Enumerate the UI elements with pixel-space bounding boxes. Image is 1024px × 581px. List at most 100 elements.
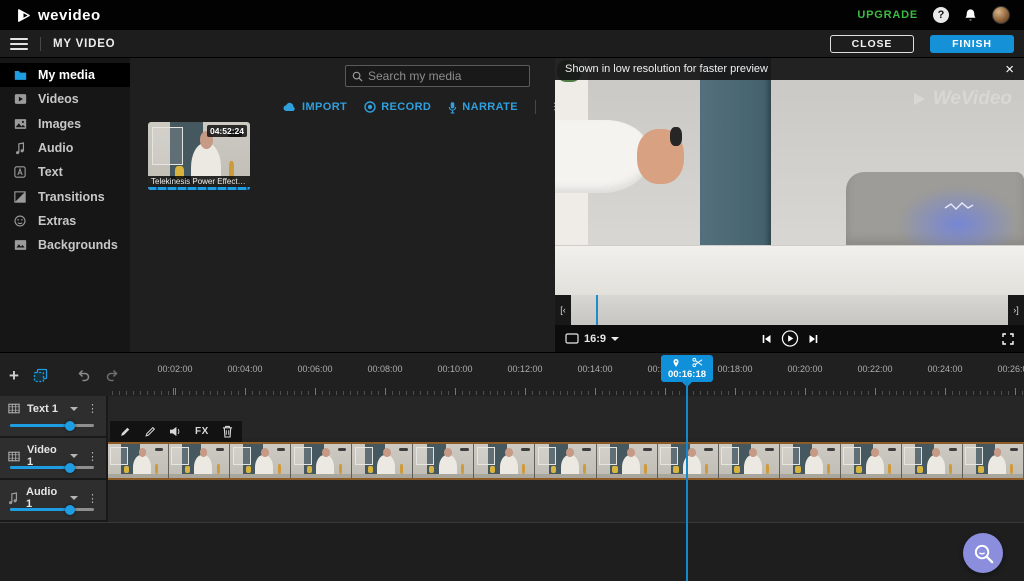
clip-toolbar: FX: [110, 421, 242, 442]
text-icon: [13, 166, 27, 178]
filmstrip-frame: [352, 444, 413, 478]
low-res-banner: Shown in low resolution for faster previ…: [555, 58, 1024, 80]
sidebar-item-label: Videos: [38, 92, 79, 106]
previous-frame-button[interactable]: [761, 334, 771, 344]
fullscreen-icon[interactable]: [1002, 333, 1014, 345]
ruler-label: 00:22:00: [857, 364, 892, 374]
scrub-playhead[interactable]: [596, 295, 598, 325]
clip-volume-icon[interactable]: [169, 426, 182, 437]
import-label: IMPORT: [302, 101, 347, 113]
playhead-line[interactable]: [686, 381, 688, 581]
chevron-down-icon[interactable]: [70, 454, 78, 462]
sidebar-item-text[interactable]: Text: [0, 160, 130, 184]
filmstrip-frame: [535, 444, 596, 478]
timeline-zoom-button[interactable]: [963, 533, 1003, 573]
ruler-label: 00:26:00: [997, 364, 1024, 374]
filmstrip-frame: [230, 444, 291, 478]
note-icon: [8, 492, 19, 505]
filmstrip-frame: [291, 444, 352, 478]
mic-icon: [448, 101, 457, 114]
play-logo-icon: [16, 8, 31, 23]
chevron-down-icon[interactable]: [70, 496, 78, 504]
volume-thumb[interactable]: [65, 463, 75, 473]
next-frame-button[interactable]: [808, 334, 818, 344]
hamburger-menu-icon[interactable]: [10, 35, 28, 53]
narrate-label: NARRATE: [462, 101, 518, 113]
filmstrip-frame: [780, 444, 841, 478]
notifications-bell-icon[interactable]: [964, 8, 977, 22]
edit-pencil-icon[interactable]: [119, 426, 131, 438]
upgrade-link[interactable]: UPGRADE: [857, 9, 918, 21]
trim-end-handle[interactable]: ›]: [1008, 295, 1024, 325]
filmstrip-frame: [902, 444, 963, 478]
record-button[interactable]: RECORD: [364, 101, 431, 113]
filmstrip-frame: [841, 444, 902, 478]
track-menu-icon[interactable]: ⋮: [85, 492, 100, 505]
finish-button[interactable]: FINISH: [930, 35, 1014, 53]
banner-close-icon[interactable]: ×: [1005, 62, 1014, 77]
track-header-audio-1: Audio 1⋮: [0, 480, 108, 522]
sidebar-item-my-media[interactable]: My media: [0, 63, 130, 87]
track-volume-slider[interactable]: [10, 424, 94, 427]
track-menu-icon[interactable]: ⋮: [85, 402, 100, 415]
user-avatar[interactable]: [992, 6, 1010, 24]
cloud-icon: [283, 102, 297, 112]
sidebar-item-label: Backgrounds: [38, 238, 118, 252]
aspect-ratio-selector[interactable]: 16:9: [565, 333, 619, 345]
video-icon: [13, 93, 27, 105]
playhead-time: 00:16:18: [668, 369, 706, 380]
sidebar-item-label: Extras: [38, 214, 76, 228]
track-volume-slider[interactable]: [10, 508, 94, 511]
ruler-label: 00:24:00: [927, 364, 962, 374]
fx-button[interactable]: FX: [195, 426, 209, 437]
magnifier-icon: [972, 542, 995, 565]
draw-pencil-icon[interactable]: [144, 426, 156, 438]
clip-title: Telekinesis Power Effect Wonde...: [148, 176, 250, 187]
playhead-marker[interactable]: 00:16:18: [661, 355, 713, 382]
chevron-down-icon[interactable]: [70, 407, 78, 415]
menu-bar: MY VIDEO CLOSE FINISH: [0, 30, 1024, 58]
track-name: Text 1: [27, 403, 63, 415]
split-scissors-icon[interactable]: [692, 357, 703, 368]
sidebar-item-audio[interactable]: Audio: [0, 136, 130, 160]
sidebar-item-label: Audio: [38, 141, 73, 155]
track-volume-slider[interactable]: [10, 466, 94, 469]
track-menu-icon[interactable]: ⋮: [85, 450, 100, 463]
delete-trash-icon[interactable]: [222, 425, 233, 438]
timeline-header: + 00:02:0000:04:0000:06:0000:08:0000:10:…: [0, 352, 1024, 396]
import-button[interactable]: IMPORT: [283, 101, 347, 113]
sidebar-item-images[interactable]: Images: [0, 112, 130, 136]
wevideo-watermark: WeVideo: [911, 88, 1012, 110]
clip-duration-badge: 04:52:24: [207, 125, 247, 137]
volume-thumb[interactable]: [65, 421, 75, 431]
play-button[interactable]: [781, 330, 798, 347]
top-bar: wevideo UPGRADE ?: [0, 0, 1024, 30]
ruler-label: 00:04:00: [227, 364, 262, 374]
sidebar-item-extras[interactable]: Extras: [0, 209, 130, 233]
volume-thumb[interactable]: [65, 505, 75, 515]
wevideo-logo: wevideo: [16, 7, 101, 24]
project-title[interactable]: MY VIDEO: [53, 38, 115, 50]
sidebar-item-label: Text: [38, 165, 63, 179]
filmstrip-frame: [719, 444, 780, 478]
narrate-button[interactable]: NARRATE: [448, 101, 518, 114]
sidebar-item-backgrounds[interactable]: Backgrounds: [0, 233, 130, 257]
filmstrip-frame: [597, 444, 658, 478]
media-clip[interactable]: 04:52:24 Telekinesis Power Effect Wonde.…: [148, 122, 250, 190]
sidebar-item-label: My media: [38, 68, 95, 82]
search-input[interactable]: [368, 69, 523, 83]
folder-icon: [13, 69, 27, 81]
sidebar-item-videos[interactable]: Videos: [0, 87, 130, 111]
transition-icon: [13, 191, 27, 203]
track-header-video-1: Video 1⋮: [0, 438, 108, 480]
brand-text: wevideo: [38, 7, 101, 24]
sidebar-item-transitions[interactable]: Transitions: [0, 184, 130, 208]
filmstrip-frame: [169, 444, 230, 478]
help-button[interactable]: ?: [933, 7, 949, 23]
playhead-pin-icon: [672, 358, 680, 368]
audio-track-lane[interactable]: [0, 480, 1024, 522]
trim-start-handle[interactable]: [‹: [555, 295, 571, 325]
scrub-track[interactable]: [571, 295, 1008, 325]
close-button[interactable]: CLOSE: [830, 35, 914, 53]
video-clip[interactable]: [108, 442, 1024, 480]
